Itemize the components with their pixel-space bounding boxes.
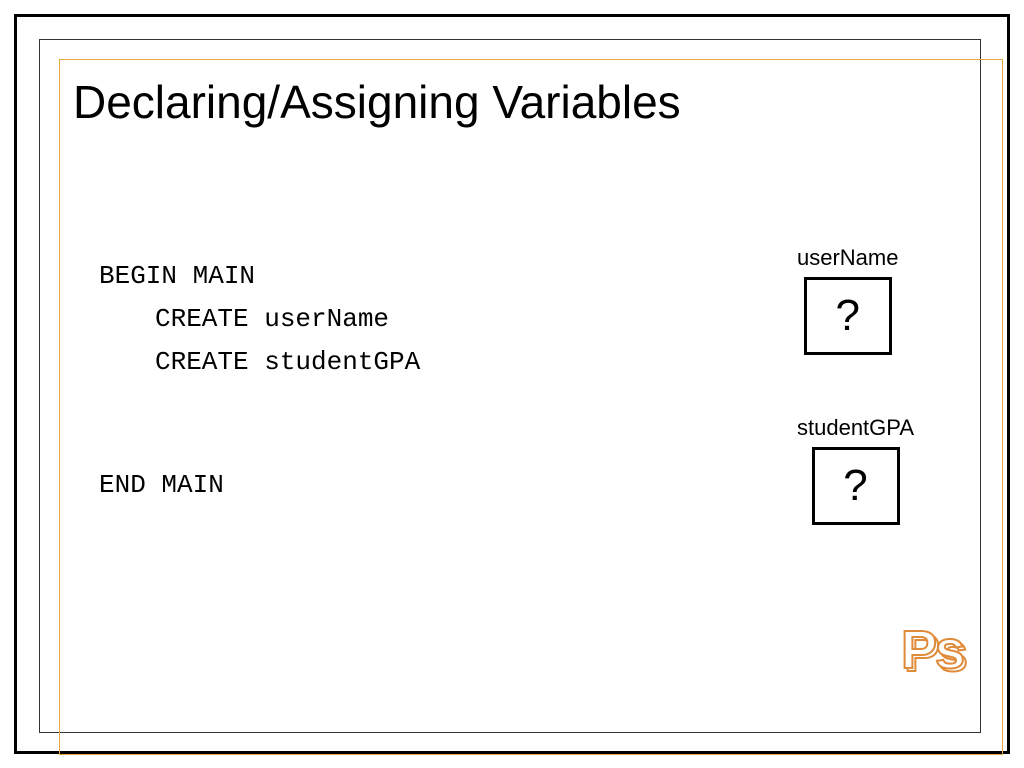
slide-title: Declaring/Assigning Variables	[73, 75, 681, 129]
variable-label-username: userName	[797, 245, 898, 271]
variable-box-username: userName ?	[797, 245, 898, 355]
ps-logo: Ps Ps	[901, 619, 963, 681]
outer-frame: Declaring/Assigning Variables BEGIN MAIN…	[14, 14, 1010, 754]
code-line-end: END MAIN	[99, 464, 420, 507]
variable-value-studentgpa: ?	[812, 447, 900, 525]
variable-box-studentgpa: studentGPA ?	[797, 415, 914, 525]
code-line-create-username: CREATE userName	[99, 298, 420, 341]
code-line-create-studentgpa: CREATE studentGPA	[99, 341, 420, 384]
code-line-begin: BEGIN MAIN	[99, 255, 420, 298]
variable-label-studentgpa: studentGPA	[797, 415, 914, 441]
variable-value-username: ?	[804, 277, 892, 355]
pseudocode-block: BEGIN MAIN CREATE userName CREATE studen…	[99, 255, 420, 507]
